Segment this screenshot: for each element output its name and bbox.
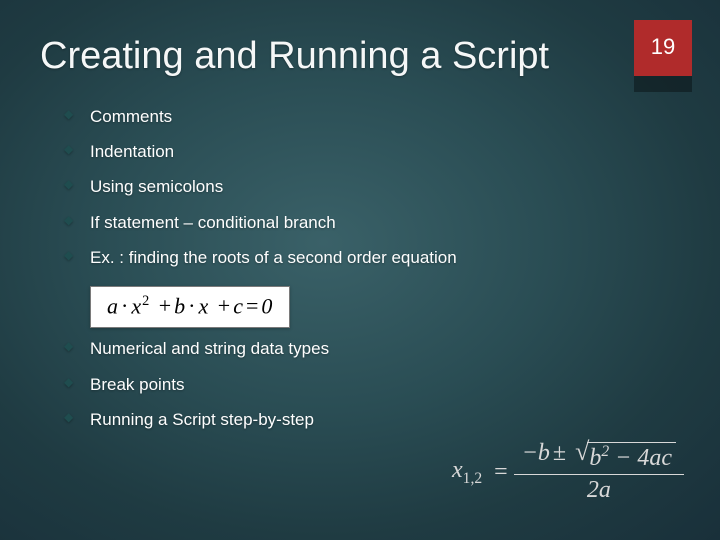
page-number-shadow [634, 76, 692, 92]
list-item: Ex. : finding the roots of a second orde… [64, 247, 670, 268]
list-item: Comments [64, 106, 670, 127]
list-item: Indentation [64, 141, 670, 162]
quadratic-formula: x1,2 = −b± √ b2 − 4ac 2a [452, 438, 684, 506]
bullet-list-continued: Numerical and string data types Break po… [40, 338, 670, 430]
page-number: 19 [634, 20, 692, 76]
slide-content: Creating and Running a Script Comments I… [0, 0, 720, 430]
list-item: Using semicolons [64, 176, 670, 197]
slide-title: Creating and Running a Script [40, 36, 580, 78]
list-item: If statement – conditional branch [64, 212, 670, 233]
page-number-badge: 19 [634, 20, 692, 92]
equation-box: a·x2 +b·x +c=0 [90, 286, 290, 328]
list-item: Break points [64, 374, 670, 395]
list-item: Numerical and string data types [64, 338, 670, 359]
list-item: Running a Script step-by-step [64, 409, 670, 430]
bullet-list: Comments Indentation Using semicolons If… [40, 106, 670, 268]
